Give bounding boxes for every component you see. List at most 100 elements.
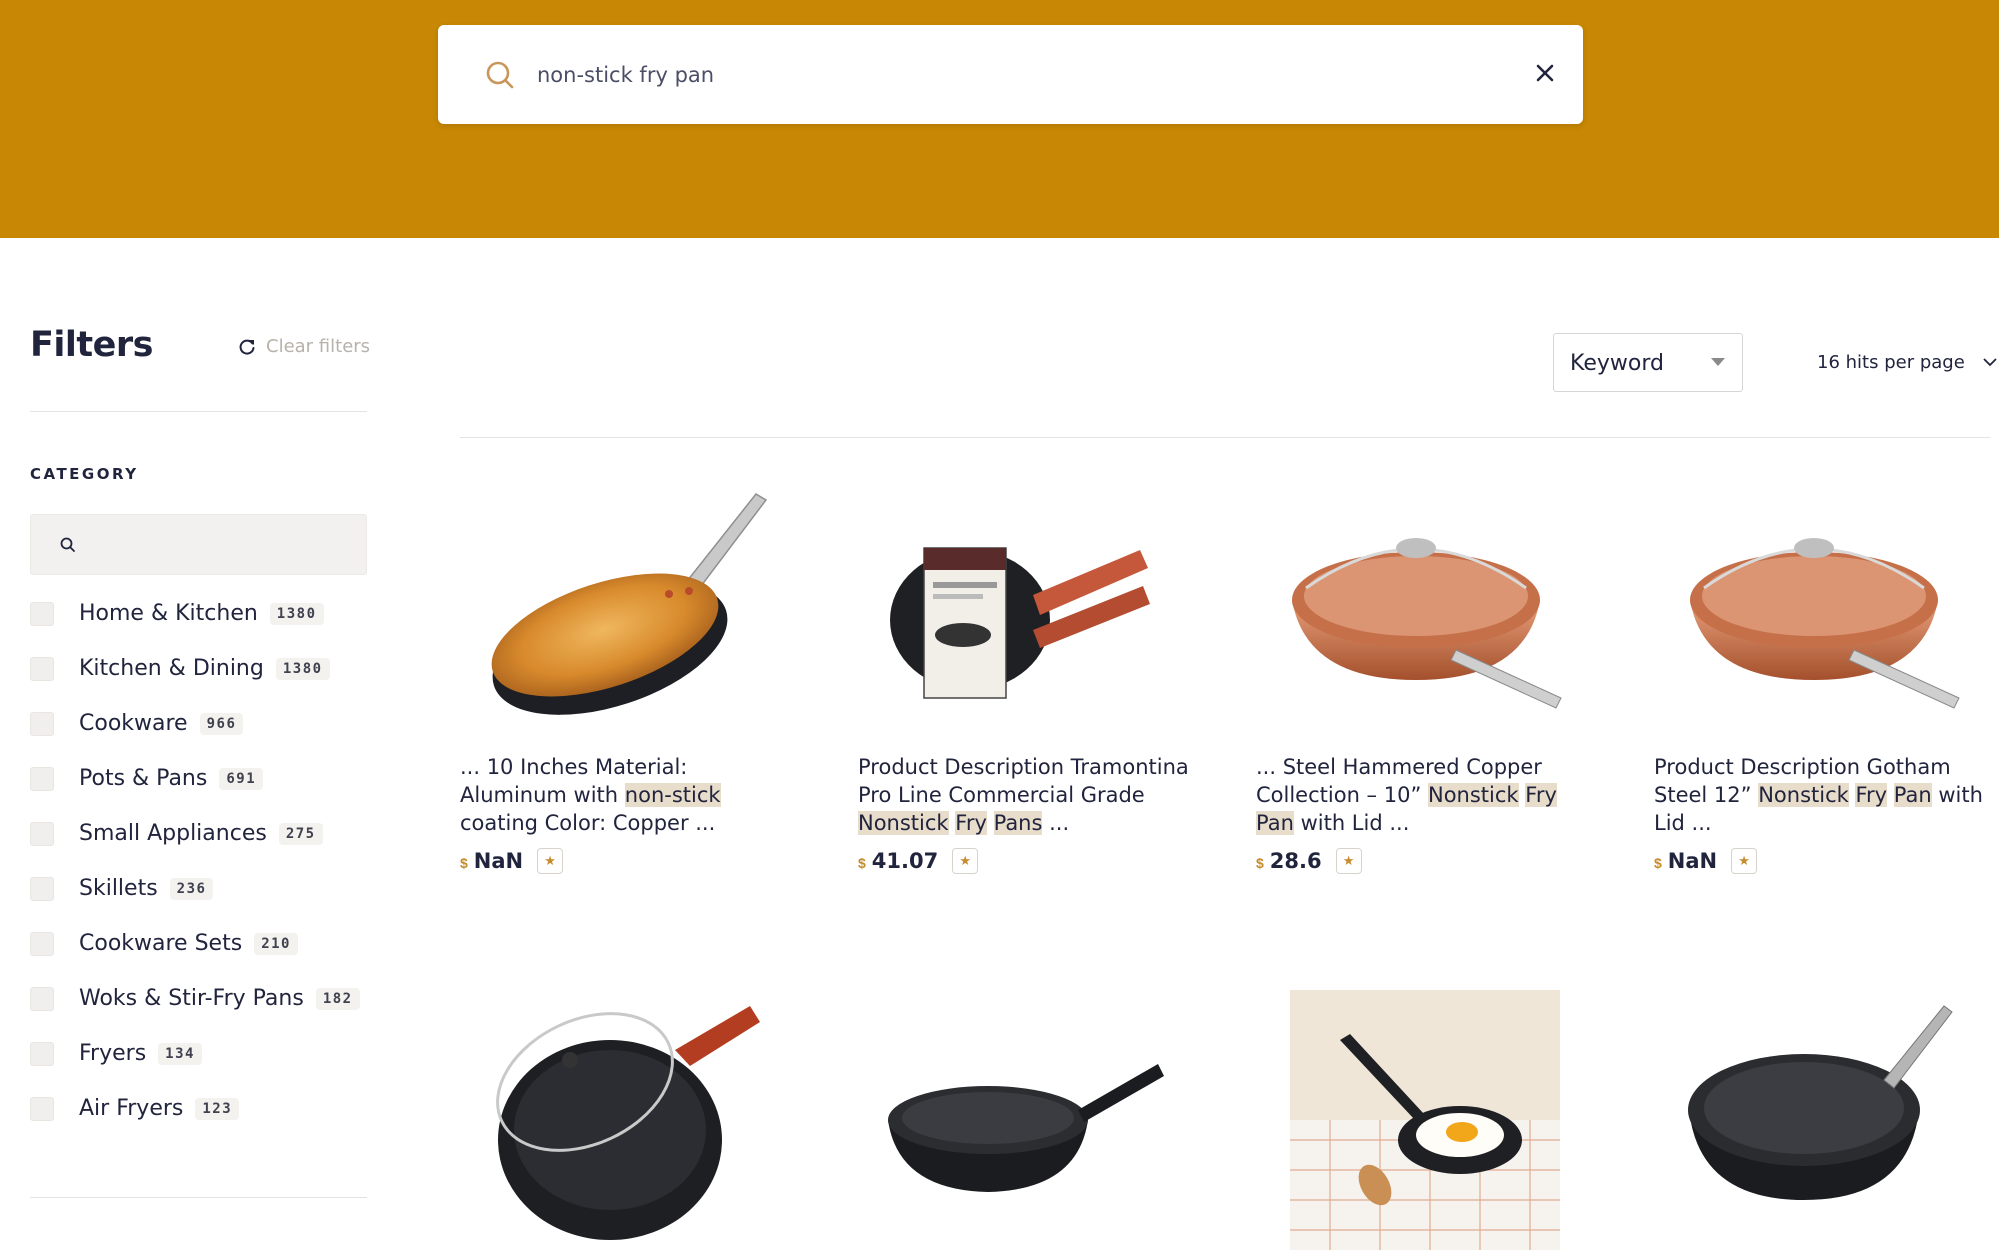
product-description: Product Description Gotham Steel 12” Non… (1654, 753, 1989, 837)
category-name: Pots & Pans (79, 766, 208, 791)
currency-symbol: $ (858, 855, 866, 871)
chevron-down-icon (1983, 358, 1997, 367)
highlighted-term: Fry (1525, 783, 1557, 807)
category-item[interactable]: Pots & Pans 691 (30, 751, 390, 806)
category-checkbox[interactable] (30, 766, 54, 791)
category-checkbox[interactable] (30, 931, 54, 956)
product-image (888, 1064, 1164, 1192)
category-item[interactable]: Cookware 966 (30, 696, 390, 751)
description-text: with Lid ... (1293, 811, 1410, 835)
star-icon: ★ (952, 848, 979, 874)
category-item[interactable]: Fryers 134 (30, 1026, 390, 1081)
category-count: 123 (195, 1097, 240, 1120)
search-icon (60, 537, 75, 552)
category-count: 134 (158, 1042, 202, 1065)
star-icon: ★ (537, 848, 564, 874)
category-count: 210 (254, 932, 298, 955)
category-search[interactable] (30, 514, 367, 575)
product-price: NaN (473, 849, 524, 873)
product-image (496, 1006, 760, 1240)
currency-symbol: $ (1256, 855, 1264, 871)
category-name: Air Fryers (79, 1096, 184, 1121)
category-checkbox[interactable] (30, 601, 54, 626)
description-text: coating Color: Copper ... (460, 811, 716, 835)
highlighted-term: non-stick (624, 783, 721, 807)
category-checkbox[interactable] (30, 711, 54, 736)
product-price: 28.6 (1269, 849, 1322, 873)
category-count: 275 (278, 822, 323, 845)
description-text (987, 811, 994, 835)
category-item[interactable]: Air Fryers 123 (30, 1081, 390, 1136)
price-row: $ 28.6 ★ (1256, 848, 1362, 874)
highlighted-term: Nonstick (1758, 783, 1849, 807)
category-checkbox[interactable] (30, 1041, 54, 1066)
category-item[interactable]: Skillets 236 (30, 861, 390, 916)
product-price: 41.07 (871, 849, 939, 873)
highlighted-term: Nonstick (858, 811, 949, 835)
divider (460, 437, 1990, 438)
product-card[interactable]: Product Description Gotham Steel 12” Non… (1654, 470, 1989, 874)
category-name: Woks & Stir-Fry Pans (79, 986, 304, 1011)
divider (30, 411, 367, 412)
product-description: ... Steel Hammered Copper Collection – 1… (1256, 753, 1591, 837)
search-icon (486, 61, 514, 89)
product-image (1690, 538, 1960, 709)
product-price: NaN (1667, 849, 1718, 873)
category-item[interactable]: Home & Kitchen 1380 (30, 586, 390, 641)
currency-symbol: $ (1654, 855, 1662, 871)
category-name: Small Appliances (79, 821, 267, 846)
product-image (890, 547, 1150, 699)
hits-per-page-value: 16 hits per page (1817, 352, 1965, 373)
category-name: Cookware Sets (79, 931, 243, 956)
category-item[interactable]: Kitchen & Dining 1380 (30, 641, 390, 696)
close-icon[interactable] (1532, 60, 1558, 86)
category-name: Skillets (79, 876, 158, 901)
highlighted-term: Fry (1855, 783, 1888, 807)
clear-filters-label: Clear filters (266, 336, 371, 357)
category-search-input[interactable] (89, 525, 349, 565)
product-description: ... 10 Inches Material: Aluminum with no… (460, 753, 795, 837)
product-description: Product Description Tramontina Pro Line … (858, 753, 1193, 837)
star-icon: ★ (1335, 848, 1362, 874)
filters-title: Filters (30, 325, 153, 365)
highlighted-term: Pan (1893, 783, 1932, 807)
category-list: Home & Kitchen 1380 Kitchen & Dining 1380 Co… (30, 586, 390, 1136)
category-name: Fryers (79, 1041, 147, 1066)
category-count: 691 (219, 767, 264, 790)
caret-down-icon (1711, 358, 1725, 366)
category-checkbox[interactable] (30, 656, 54, 681)
category-count: 236 (169, 877, 214, 900)
highlighted-term: Pans (993, 811, 1043, 835)
category-name: Home & Kitchen (79, 601, 258, 626)
category-heading: CATEGORY (30, 465, 139, 483)
star-icon: ★ (1731, 848, 1758, 874)
category-checkbox[interactable] (30, 986, 54, 1011)
category-count: 1380 (269, 602, 324, 625)
category-count: 182 (315, 987, 360, 1010)
product-card[interactable]: ... 10 Inches Material: Aluminum with no… (460, 470, 795, 874)
product-image (1292, 538, 1562, 709)
description-text: Product Description Tramontina Pro Line … (858, 755, 1189, 807)
search-input[interactable] (537, 48, 1497, 102)
category-checkbox[interactable] (30, 821, 54, 846)
category-name: Kitchen & Dining (79, 656, 264, 681)
description-text: ... (1042, 811, 1070, 835)
category-name: Cookware (79, 711, 188, 736)
category-item[interactable]: Small Appliances 275 (30, 806, 390, 861)
product-card[interactable]: ... Steel Hammered Copper Collection – 1… (1256, 470, 1591, 874)
product-card[interactable]: Product Description Tramontina Pro Line … (858, 470, 1193, 874)
clear-filters-button[interactable]: Clear filters (238, 336, 370, 357)
hits-per-page-select[interactable]: 16 hits per page (1817, 352, 1997, 373)
product-image (491, 493, 768, 715)
description-text (1887, 783, 1894, 807)
sort-select[interactable]: Keyword (1553, 333, 1743, 392)
category-item[interactable]: Woks & Stir-Fry Pans 182 (30, 971, 390, 1026)
price-row: $ NaN ★ (460, 848, 564, 874)
category-checkbox[interactable] (30, 1096, 54, 1121)
category-checkbox[interactable] (30, 876, 54, 901)
category-item[interactable]: Cookware Sets 210 (30, 916, 390, 971)
price-row: $ NaN ★ (1654, 848, 1758, 874)
highlighted-term: Pan (1256, 811, 1294, 835)
product-image (1290, 990, 1560, 1250)
sort-select-value: Keyword (1570, 351, 1664, 376)
